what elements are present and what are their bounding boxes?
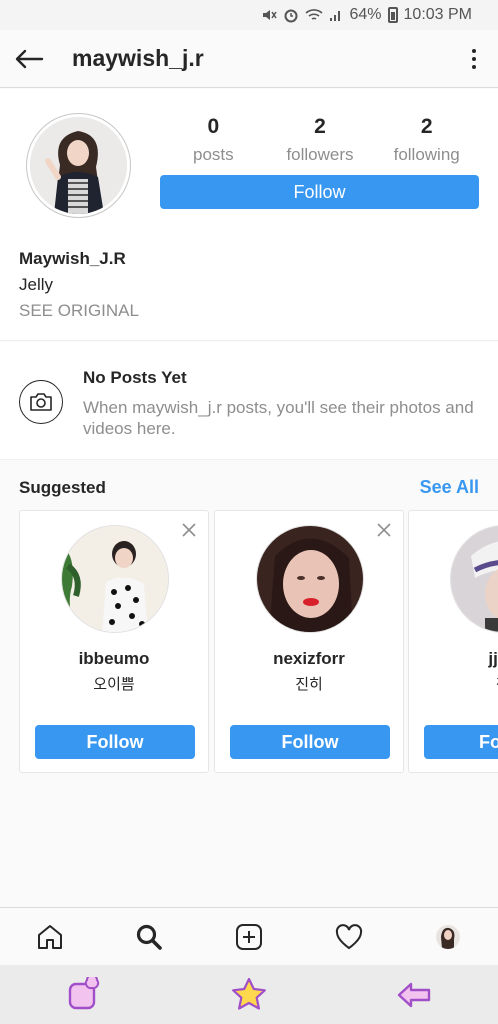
home-star-icon[interactable] [219, 970, 279, 1020]
bio-text: Jelly [19, 275, 54, 294]
back-arrow-icon[interactable] [0, 30, 58, 88]
suggested-follow-button[interactable]: Follow [230, 725, 390, 759]
suggested-username[interactable]: nexizforr [215, 649, 403, 669]
suggested-card[interactable]: jjin. 찐 Fo [408, 510, 498, 773]
profile-tab[interactable] [423, 912, 473, 962]
heart-icon[interactable] [324, 912, 374, 962]
profile-photo [30, 117, 127, 214]
no-posts-section: No Posts Yet When maywish_j.r posts, you… [0, 342, 498, 460]
posts-count: 0 [207, 115, 220, 138]
suggested-username[interactable]: ibbeumo [20, 649, 208, 669]
status-bar: 64% 10:03 PM [0, 0, 498, 30]
followers-stat[interactable]: 2 followers [267, 115, 374, 165]
close-icon[interactable] [375, 521, 393, 539]
suggested-card[interactable]: nexizforr 진히 Follow [214, 510, 404, 773]
display-name: Maywish_J.R [19, 249, 126, 268]
system-nav-bar [0, 965, 498, 1024]
add-post-icon[interactable] [224, 912, 274, 962]
camera-icon [19, 380, 63, 424]
alarm-icon [283, 7, 299, 23]
suggested-follow-button[interactable]: Fo [424, 725, 498, 759]
profile-bio: Maywish_J.R Jelly SEE ORIGINAL [19, 249, 139, 321]
followers-count: 2 [314, 115, 326, 138]
suggested-avatar[interactable] [450, 525, 498, 633]
see-original-link[interactable]: SEE ORIGINAL [19, 301, 139, 321]
search-icon[interactable] [124, 912, 174, 962]
posts-label: posts [193, 145, 234, 164]
header-username: maywish_j.r [72, 45, 204, 71]
posts-stat: 0 posts [160, 115, 267, 165]
more-options-icon[interactable] [462, 43, 486, 75]
profile-section: 0 posts 2 followers 2 following Follow M… [0, 89, 498, 341]
status-time: 10:03 PM [403, 6, 472, 23]
recents-icon[interactable] [53, 970, 113, 1020]
profile-avatar-small [436, 924, 461, 949]
following-label: following [393, 145, 460, 164]
suggested-avatar[interactable] [256, 525, 364, 633]
home-icon[interactable] [25, 912, 75, 962]
profile-header: maywish_j.r [0, 30, 498, 88]
mute-icon [261, 7, 278, 23]
back-arrow-icon[interactable] [385, 970, 445, 1020]
followers-label: followers [286, 145, 354, 164]
signal-icon [329, 8, 343, 22]
battery-icon [387, 7, 398, 23]
profile-stats: 0 posts 2 followers 2 following [160, 115, 480, 165]
no-posts-title: No Posts Yet [83, 368, 187, 387]
suggested-username[interactable]: jjin. [409, 649, 498, 669]
suggested-avatar[interactable] [61, 525, 169, 633]
suggested-subtitle: 오이쁨 [93, 676, 135, 693]
suggested-cards: ibbeumo 오이쁨 Follow nexizforr 진히 Follow j… [19, 510, 498, 776]
profile-avatar[interactable] [26, 113, 131, 218]
suggested-follow-button[interactable]: Follow [35, 725, 195, 759]
suggested-card[interactable]: ibbeumo 오이쁨 Follow [19, 510, 209, 773]
follow-button[interactable]: Follow [160, 175, 479, 209]
following-count: 2 [420, 115, 433, 138]
following-stat[interactable]: 2 following [373, 115, 480, 165]
battery-percent: 64% [349, 6, 382, 23]
wifi-icon [305, 7, 324, 23]
close-icon[interactable] [180, 521, 198, 539]
bottom-tab-bar [0, 907, 498, 965]
suggested-title: Suggested [19, 478, 106, 497]
suggested-section: Suggested See All ibbeumo 오이쁨 Follow nex… [0, 461, 498, 906]
suggested-subtitle: 진히 [295, 676, 323, 693]
suggested-subtitle: 찐 [409, 673, 498, 694]
see-all-link[interactable]: See All [420, 477, 479, 498]
no-posts-text: When maywish_j.r posts, you'll see their… [83, 398, 474, 438]
